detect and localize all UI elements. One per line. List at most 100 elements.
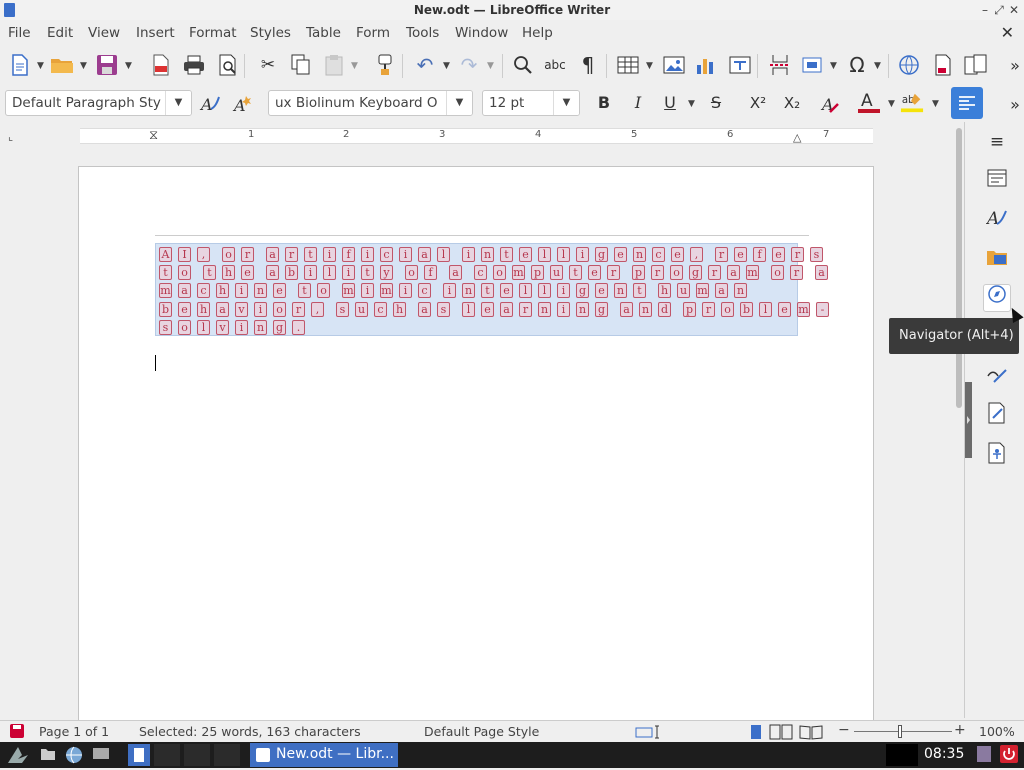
- paragraph-style-combo[interactable]: Default Paragraph Sty ▼: [5, 90, 192, 116]
- special-char-dropdown-icon[interactable]: ▼: [874, 61, 881, 71]
- redo-icon[interactable]: ↷: [457, 53, 481, 77]
- taskbar-writer-task[interactable]: New.odt — Libr...: [250, 743, 398, 767]
- workspace-4[interactable]: [214, 744, 240, 766]
- underline-button[interactable]: U: [658, 90, 682, 116]
- cut-icon[interactable]: ✂: [256, 53, 280, 77]
- menu-form[interactable]: Form: [356, 25, 390, 41]
- paste-dropdown-icon[interactable]: ▼: [351, 61, 358, 71]
- font-size-dropdown-icon[interactable]: ▼: [553, 91, 579, 115]
- file-manager-icon[interactable]: [40, 747, 56, 767]
- zoom-out-icon[interactable]: −: [838, 722, 850, 738]
- zoom-in-icon[interactable]: +: [954, 722, 966, 738]
- restore-icon[interactable]: ⤢: [992, 2, 1006, 18]
- footnote-icon[interactable]: [931, 53, 955, 77]
- print-preview-icon[interactable]: [216, 53, 240, 77]
- spelling-icon[interactable]: abc: [543, 53, 567, 77]
- zoom-slider-thumb[interactable]: [898, 725, 902, 738]
- font-name-dropdown-icon[interactable]: ▼: [446, 91, 472, 115]
- new-dropdown-icon[interactable]: ▼: [37, 61, 44, 71]
- copy-icon[interactable]: [289, 53, 313, 77]
- insert-table-icon[interactable]: [616, 53, 640, 77]
- find-replace-icon[interactable]: [511, 53, 535, 77]
- font-color-dropdown-icon[interactable]: ▼: [888, 99, 895, 109]
- redo-dropdown-icon[interactable]: ▼: [487, 61, 494, 71]
- tab-stop-selector-icon[interactable]: ⌞: [8, 130, 13, 143]
- design-icon[interactable]: [985, 402, 1009, 426]
- sidebar-menu-icon[interactable]: ≡: [985, 130, 1009, 154]
- align-left-button[interactable]: [951, 87, 983, 119]
- page-break-icon[interactable]: [768, 53, 792, 77]
- page-count[interactable]: Page 1 of 1: [39, 724, 109, 739]
- paragraph-style-dropdown-icon[interactable]: ▼: [165, 91, 191, 115]
- selected-text-line[interactable]: solving.: [159, 320, 311, 335]
- right-indent-marker-icon[interactable]: △: [793, 131, 801, 144]
- menu-format[interactable]: Format: [189, 25, 237, 41]
- clear-formatting-icon[interactable]: A: [818, 92, 842, 116]
- accessibility-check-icon[interactable]: [985, 442, 1009, 466]
- menu-help[interactable]: Help: [522, 25, 553, 41]
- zoom-level[interactable]: 100%: [979, 724, 1015, 739]
- multi-page-view-icon[interactable]: [769, 724, 793, 743]
- page-style[interactable]: Default Page Style: [424, 724, 539, 739]
- update-style-icon[interactable]: A: [198, 92, 222, 116]
- selection-mode-icon[interactable]: [635, 725, 663, 742]
- scrollbar-thumb[interactable]: [956, 128, 962, 408]
- new-style-icon[interactable]: A: [231, 92, 255, 116]
- horizontal-ruler[interactable]: 1 2 3 4 5 6 7 ⧖ △: [80, 128, 873, 144]
- strikethrough-button[interactable]: S: [704, 90, 728, 116]
- hyperlink-icon[interactable]: [897, 53, 921, 77]
- selected-text-line[interactable]: behavior, such as learning and problem-: [159, 302, 835, 317]
- document-page[interactable]: AI, or artificial intelligence, refers t…: [78, 166, 874, 726]
- menu-insert[interactable]: Insert: [136, 25, 175, 41]
- menu-edit[interactable]: Edit: [47, 25, 73, 41]
- undo-icon[interactable]: ↶: [413, 53, 437, 77]
- font-size-combo[interactable]: 12 pt ▼: [482, 90, 580, 116]
- manage-changes-icon[interactable]: [985, 364, 1009, 388]
- sidebar-collapse-handle[interactable]: [965, 382, 972, 458]
- insert-chart-icon[interactable]: [694, 53, 718, 77]
- superscript-button[interactable]: X²: [744, 90, 772, 116]
- workspace-1-icon[interactable]: [128, 744, 150, 766]
- special-character-icon[interactable]: Ω: [845, 53, 869, 77]
- workspace-3[interactable]: [184, 744, 210, 766]
- single-page-view-icon[interactable]: [749, 724, 763, 743]
- workspace-2[interactable]: [154, 744, 180, 766]
- highlight-color-icon[interactable]: ab: [900, 90, 924, 114]
- clone-formatting-icon[interactable]: [373, 53, 397, 77]
- toolbar-overflow-icon[interactable]: »: [1003, 53, 1024, 77]
- menu-view[interactable]: View: [88, 25, 120, 41]
- minimize-icon[interactable]: –: [978, 2, 992, 18]
- save-dropdown-icon[interactable]: ▼: [125, 61, 132, 71]
- insert-textbox-icon[interactable]: [728, 53, 752, 77]
- insert-field-icon[interactable]: [801, 53, 825, 77]
- menu-file[interactable]: File: [8, 25, 31, 41]
- font-name-combo[interactable]: ux Biolinum Keyboard O ▼: [268, 90, 473, 116]
- start-menu-icon[interactable]: [6, 745, 34, 765]
- user-icon[interactable]: [976, 745, 992, 765]
- word-count[interactable]: Selected: 25 words, 163 characters: [139, 724, 361, 739]
- close-icon[interactable]: ✕: [1007, 2, 1021, 18]
- indent-marker-icon[interactable]: ⧖: [149, 128, 158, 143]
- show-desktop-icon[interactable]: [92, 747, 110, 767]
- undo-dropdown-icon[interactable]: ▼: [443, 61, 450, 71]
- vertical-scrollbar[interactable]: [955, 128, 964, 718]
- selected-text-line[interactable]: to the ability of a computer program or …: [159, 265, 834, 280]
- formatting-marks-icon[interactable]: ¶: [576, 53, 600, 77]
- italic-button[interactable]: I: [626, 90, 650, 116]
- document-modified-icon[interactable]: [9, 723, 25, 742]
- insert-pages-icon[interactable]: [964, 53, 988, 77]
- gallery-icon[interactable]: [985, 247, 1009, 271]
- field-dropdown-icon[interactable]: ▼: [830, 61, 837, 71]
- properties-icon[interactable]: [985, 168, 1009, 192]
- power-icon[interactable]: [1000, 745, 1018, 765]
- navigator-icon[interactable]: [983, 284, 1011, 312]
- bold-button[interactable]: B: [592, 90, 616, 116]
- styles-icon[interactable]: A: [985, 207, 1009, 231]
- close-document-icon[interactable]: ✕: [1001, 23, 1014, 42]
- menu-tools[interactable]: Tools: [406, 25, 439, 41]
- menu-table[interactable]: Table: [306, 25, 341, 41]
- subscript-button[interactable]: X₂: [778, 90, 806, 116]
- font-color-icon[interactable]: A: [857, 90, 881, 114]
- export-pdf-icon[interactable]: [149, 53, 173, 77]
- zoom-slider[interactable]: [854, 731, 952, 732]
